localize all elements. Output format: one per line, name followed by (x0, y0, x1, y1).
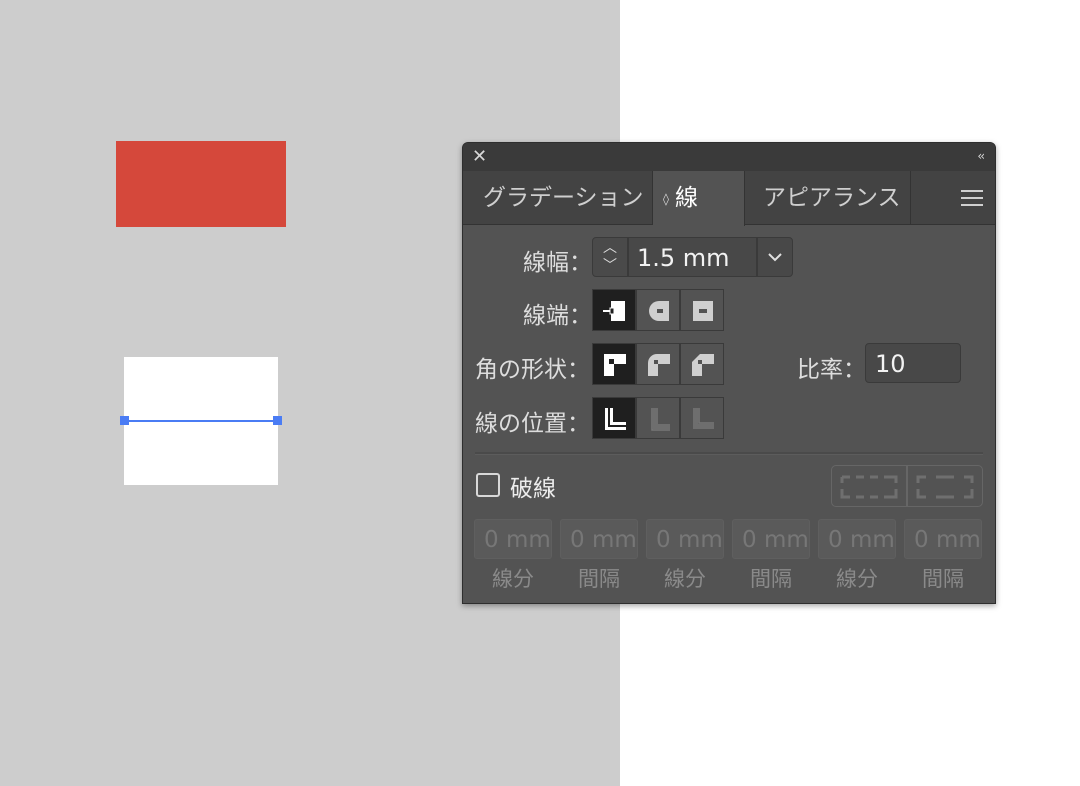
align-inside-icon[interactable] (636, 397, 680, 439)
weight-dropdown-button[interactable] (757, 237, 793, 277)
chevron-down-icon (768, 253, 782, 262)
weight-input[interactable]: 1.5 mm (628, 237, 757, 277)
align-label: 線の位置： (475, 411, 590, 437)
align-outside-icon[interactable] (680, 397, 724, 439)
round-join-icon[interactable] (636, 343, 680, 385)
miter-join-icon[interactable] (592, 343, 636, 385)
gap-2-input[interactable]: 0 mm (732, 519, 810, 559)
gap-1-label: 間隔 (578, 567, 620, 591)
dash-2-label: 線分 (664, 567, 706, 591)
expand-options-icon[interactable]: ◊ (663, 192, 669, 206)
dash-2-input[interactable]: 0 mm (646, 519, 724, 559)
selected-line-path[interactable] (125, 420, 278, 422)
dashed-label: 破線 (510, 476, 556, 502)
dash-3-label: 線分 (836, 567, 878, 591)
weight-label: 線幅： (523, 250, 592, 276)
tab-gradient[interactable]: グラデーション (463, 171, 653, 225)
limit-label: 比率： (797, 357, 866, 383)
weight-stepper[interactable]: ︿ ﹀ (592, 237, 628, 277)
dash-1-input[interactable]: 0 mm (474, 519, 552, 559)
align-button-group (592, 397, 724, 439)
chevron-down-icon[interactable]: ﹀ (603, 259, 617, 273)
gap-field: 0 mm 間隔 (732, 519, 818, 591)
panel-titlebar[interactable]: ✕ ‹‹ (463, 143, 995, 171)
dashed-checkbox[interactable] (476, 473, 500, 497)
miter-limit-input[interactable]: 10 (865, 343, 961, 383)
round-cap-icon[interactable] (636, 289, 680, 331)
dash-field: 0 mm 線分 (818, 519, 904, 591)
gap-1-input[interactable]: 0 mm (560, 519, 638, 559)
cap-label: 線端： (523, 303, 592, 329)
anchor-point-right[interactable] (273, 416, 282, 425)
dash-alignment-group (831, 465, 983, 507)
dash-1-label: 線分 (492, 567, 534, 591)
gap-3-input[interactable]: 0 mm (904, 519, 982, 559)
gap-field: 0 mm 間隔 (904, 519, 990, 591)
gap-2-label: 間隔 (750, 567, 792, 591)
dash-field: 0 mm 線分 (646, 519, 732, 591)
cap-button-group (592, 289, 724, 331)
panel-menu-icon[interactable] (961, 190, 983, 206)
dash-exact-icon[interactable] (831, 465, 907, 507)
section-divider (475, 452, 983, 455)
projecting-cap-icon[interactable] (680, 289, 724, 331)
dash-field: 0 mm 線分 (474, 519, 560, 591)
gap-field: 0 mm 間隔 (560, 519, 646, 591)
gap-3-label: 間隔 (922, 567, 964, 591)
dash-gap-fields: 0 mm 線分 0 mm 間隔 0 mm 線分 0 mm 間隔 0 mm 線分 … (474, 519, 990, 591)
tab-stroke-label: 線 (674, 185, 698, 211)
tab-appearance[interactable]: アピアランス (745, 171, 911, 225)
butt-cap-icon[interactable] (592, 289, 636, 331)
dash-3-input[interactable]: 0 mm (818, 519, 896, 559)
tab-stroke[interactable]: ◊ 線 (653, 171, 745, 226)
chevron-up-icon[interactable]: ︿ (603, 241, 617, 255)
collapse-icon[interactable]: ‹‹ (977, 149, 984, 163)
align-center-icon[interactable] (592, 397, 636, 439)
corner-label: 角の形状： (475, 357, 590, 383)
stroke-panel: ✕ ‹‹ グラデーション ◊ 線 アピアランス 線幅： ︿ ﹀ 1.5 mm 線端… (462, 142, 996, 604)
anchor-point-left[interactable] (120, 416, 129, 425)
corner-button-group (592, 343, 724, 385)
red-rectangle-shape[interactable] (116, 141, 286, 227)
panel-tabbar: グラデーション ◊ 線 アピアランス (463, 171, 995, 226)
close-icon[interactable]: ✕ (472, 147, 487, 167)
bevel-join-icon[interactable] (680, 343, 724, 385)
dash-adjust-corners-icon[interactable] (907, 465, 983, 507)
